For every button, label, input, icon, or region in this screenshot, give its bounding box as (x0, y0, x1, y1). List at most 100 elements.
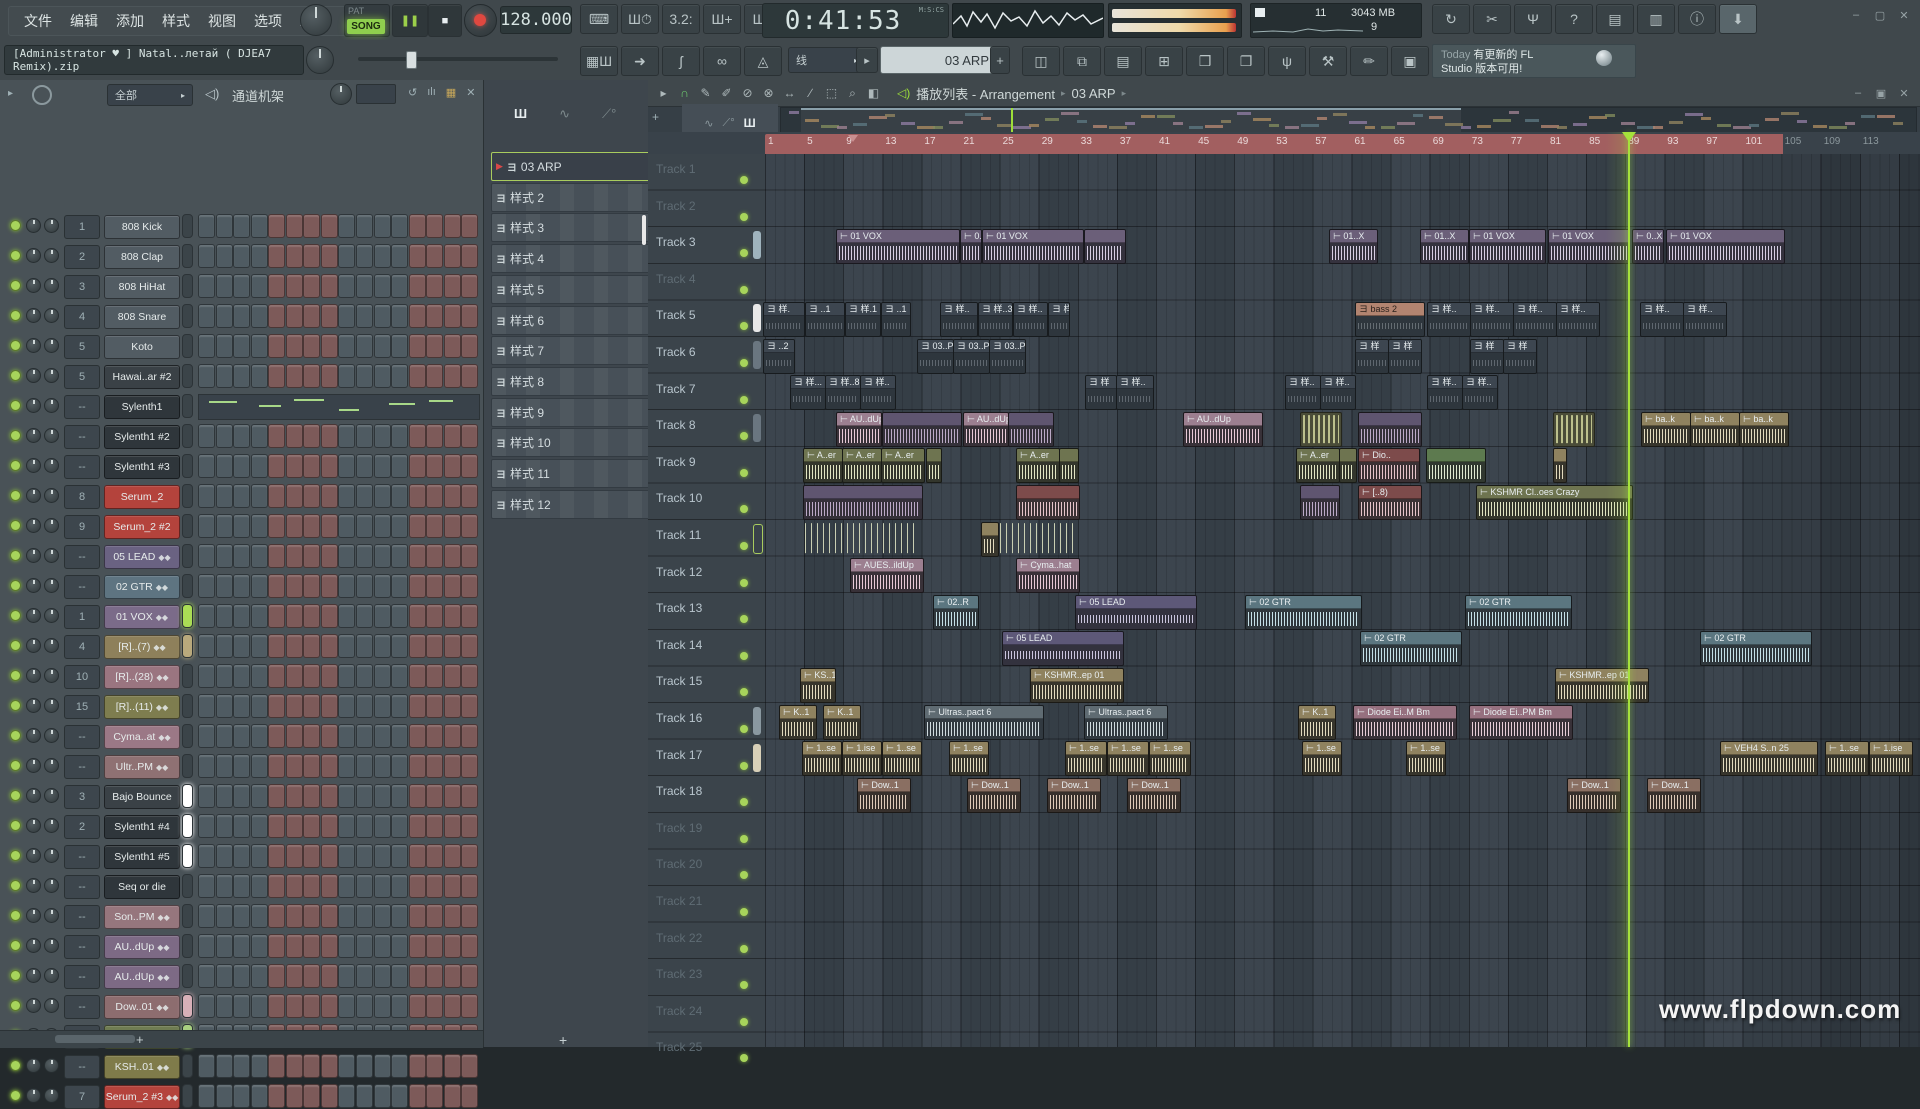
step-cell[interactable] (303, 784, 320, 808)
step-cell[interactable] (216, 994, 233, 1018)
cart-icon[interactable]: ▣ (1391, 46, 1429, 76)
automation-view-icon[interactable]: ⟋° (723, 117, 735, 130)
step-cell[interactable] (321, 574, 338, 598)
step-cell[interactable] (444, 274, 461, 298)
channel-select-strip[interactable] (182, 934, 193, 958)
track-mute-led[interactable] (740, 1054, 748, 1062)
grid-view-icon[interactable]: ▦ (446, 86, 456, 99)
step-cell[interactable] (233, 634, 250, 658)
step-cell[interactable] (356, 574, 373, 598)
channel-led[interactable] (10, 790, 21, 801)
channel-led[interactable] (10, 550, 21, 561)
channel-button-serum-2--3[interactable]: Serum_2 #3◆◆ (104, 1085, 180, 1109)
step-cell[interactable] (409, 994, 426, 1018)
step-cell[interactable] (286, 454, 303, 478)
step-cell[interactable] (198, 964, 215, 988)
step-cell[interactable] (461, 454, 478, 478)
step-cell[interactable] (356, 244, 373, 268)
step-cell[interactable] (391, 904, 408, 928)
channel-select-strip[interactable] (182, 244, 193, 268)
step-cell[interactable] (233, 994, 250, 1018)
step-cell[interactable] (251, 784, 268, 808)
step-cell[interactable] (216, 664, 233, 688)
step-cell[interactable] (409, 814, 426, 838)
channel-pan-knob[interactable] (26, 758, 41, 773)
step-cell[interactable] (321, 1084, 338, 1108)
step-cell[interactable] (321, 694, 338, 718)
channel-volume-knob[interactable] (44, 488, 59, 503)
channel-led[interactable] (10, 850, 21, 861)
step-cell[interactable] (303, 904, 320, 928)
paint-tool-icon[interactable]: ✐ (717, 84, 736, 102)
step-cell[interactable] (374, 724, 391, 748)
step-cell[interactable] (303, 964, 320, 988)
track-mute-led[interactable] (740, 286, 748, 294)
step-cell[interactable] (321, 1054, 338, 1078)
step-cell[interactable] (286, 904, 303, 928)
sync-icon[interactable]: ↻ (1432, 4, 1470, 34)
track-label-5[interactable]: Track 5 (656, 308, 696, 322)
channel-number[interactable]: 15 (64, 695, 100, 719)
step-cell[interactable] (268, 844, 285, 868)
channel-select-strip[interactable] (182, 394, 193, 418)
step-cell[interactable] (444, 934, 461, 958)
channel-select-strip[interactable] (182, 334, 193, 358)
step-cell[interactable] (409, 514, 426, 538)
step-cell[interactable] (216, 814, 233, 838)
step-cell[interactable] (216, 874, 233, 898)
step-cell[interactable] (444, 334, 461, 358)
countdown-icon[interactable]: 3.2: (662, 4, 700, 34)
step-cell[interactable] (374, 754, 391, 778)
step-cell[interactable] (426, 274, 443, 298)
track-label-9[interactable]: Track 9 (656, 455, 696, 469)
channel-led[interactable] (10, 340, 21, 351)
step-cell[interactable] (391, 1084, 408, 1108)
step-cell[interactable] (321, 874, 338, 898)
audio-view-icon[interactable]: ∿ (704, 117, 713, 130)
step-cell[interactable] (268, 904, 285, 928)
step-cell[interactable] (198, 244, 215, 268)
step-cell[interactable] (426, 364, 443, 388)
step-cell[interactable] (198, 424, 215, 448)
step-cell[interactable] (251, 904, 268, 928)
step-cell[interactable] (233, 694, 250, 718)
step-cell[interactable] (461, 784, 478, 808)
channel-volume-knob[interactable] (44, 818, 59, 833)
step-cell[interactable] (391, 364, 408, 388)
step-cell[interactable] (426, 814, 443, 838)
download-icon[interactable]: ⬇ (1719, 4, 1757, 34)
step-cell[interactable] (233, 604, 250, 628)
step-cell[interactable] (356, 964, 373, 988)
step-cell[interactable] (233, 1084, 250, 1108)
graph-icon[interactable]: ılı (427, 86, 436, 99)
step-cell[interactable] (444, 484, 461, 508)
about-icon[interactable]: ⓘ (1678, 4, 1716, 34)
channel-pan-knob[interactable] (26, 338, 41, 353)
step-cell[interactable] (216, 574, 233, 598)
step-cell[interactable] (338, 274, 355, 298)
pattern-item-10[interactable]: ヨ样式 10 (491, 428, 651, 457)
pattern-item-5[interactable]: ヨ样式 5 (491, 275, 651, 304)
track-mute-led[interactable] (740, 322, 748, 330)
step-cell[interactable] (391, 844, 408, 868)
step-cell[interactable] (409, 274, 426, 298)
channel-led[interactable] (10, 880, 21, 891)
step-cell[interactable] (216, 724, 233, 748)
channel-led[interactable] (10, 1090, 21, 1101)
step-cell[interactable] (338, 934, 355, 958)
step-cell[interactable] (391, 874, 408, 898)
step-cell[interactable] (444, 304, 461, 328)
step-cell[interactable] (268, 964, 285, 988)
step-cell[interactable] (216, 964, 233, 988)
pattern-item-7[interactable]: ヨ样式 7 (491, 336, 651, 365)
channel-volume-knob[interactable] (44, 698, 59, 713)
channel-number[interactable]: 8 (64, 485, 100, 509)
step-cell[interactable] (461, 484, 478, 508)
step-cell[interactable] (374, 574, 391, 598)
step-cell[interactable] (198, 544, 215, 568)
step-cell[interactable] (338, 814, 355, 838)
pattern-item-6[interactable]: ヨ样式 6 (491, 306, 651, 335)
step-cell[interactable] (251, 634, 268, 658)
rack-swing-knob[interactable] (330, 83, 352, 105)
step-cell[interactable] (374, 544, 391, 568)
